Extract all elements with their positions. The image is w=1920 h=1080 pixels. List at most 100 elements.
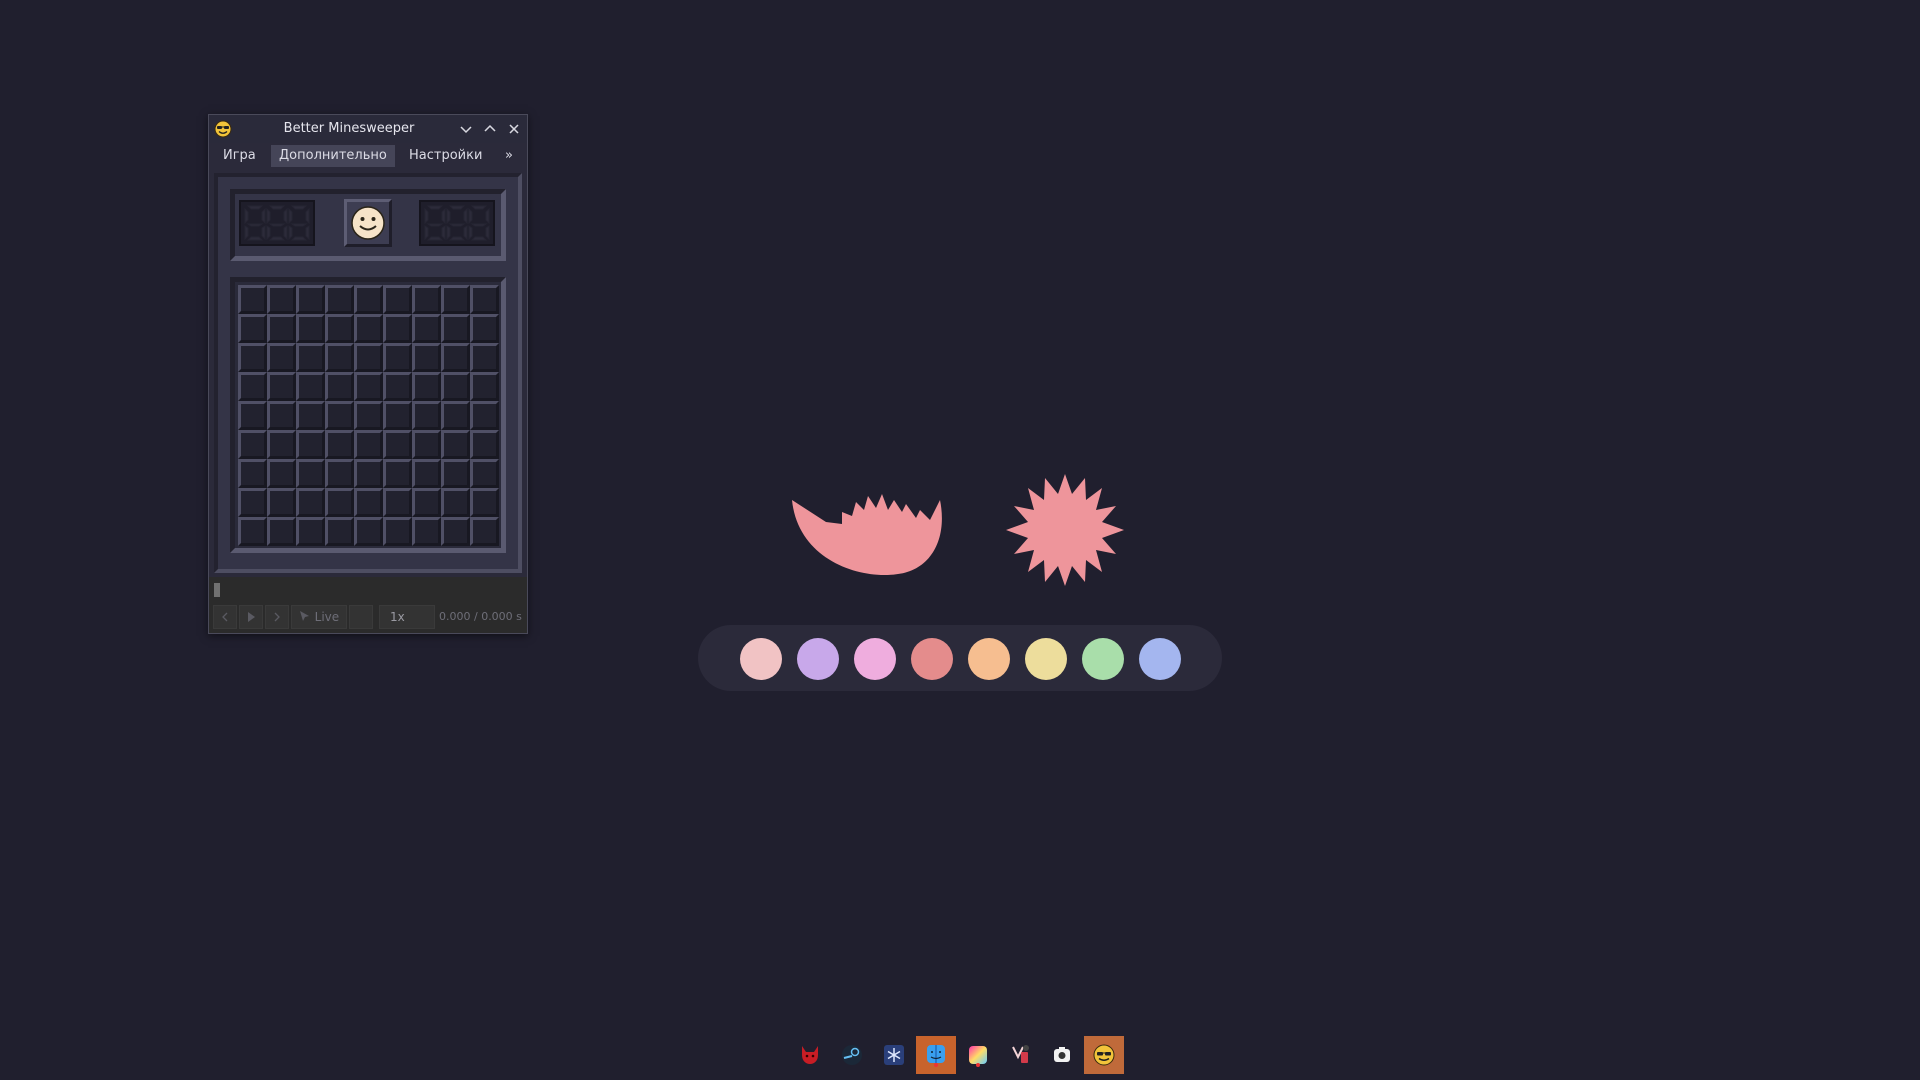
mine-cell[interactable] bbox=[325, 285, 354, 314]
mine-cell[interactable] bbox=[267, 343, 296, 372]
play-button[interactable] bbox=[239, 605, 263, 629]
mine-cell[interactable] bbox=[238, 314, 267, 343]
mine-cell[interactable] bbox=[354, 343, 383, 372]
mine-cell[interactable] bbox=[238, 343, 267, 372]
chevron-down-icon[interactable] bbox=[457, 120, 475, 138]
mine-cell[interactable] bbox=[441, 285, 470, 314]
mine-cell[interactable] bbox=[412, 343, 441, 372]
mine-cell[interactable] bbox=[354, 430, 383, 459]
mine-cell[interactable] bbox=[267, 401, 296, 430]
mine-cell[interactable] bbox=[325, 401, 354, 430]
mine-cell[interactable] bbox=[470, 430, 499, 459]
mine-cell[interactable] bbox=[470, 343, 499, 372]
mine-cell[interactable] bbox=[267, 372, 296, 401]
mine-cell[interactable] bbox=[296, 314, 325, 343]
mine-cell[interactable] bbox=[412, 314, 441, 343]
mine-cell[interactable] bbox=[383, 372, 412, 401]
mine-cell[interactable] bbox=[354, 314, 383, 343]
mine-cell[interactable] bbox=[238, 459, 267, 488]
mine-cell[interactable] bbox=[470, 314, 499, 343]
mine-cell[interactable] bbox=[296, 401, 325, 430]
mine-cell[interactable] bbox=[354, 372, 383, 401]
mine-cell[interactable] bbox=[296, 285, 325, 314]
chevron-up-icon[interactable] bbox=[481, 120, 499, 138]
mine-cell[interactable] bbox=[296, 517, 325, 546]
color-swatch[interactable] bbox=[1082, 638, 1124, 680]
mine-cell[interactable] bbox=[441, 343, 470, 372]
taskbar-app-devil[interactable] bbox=[790, 1036, 830, 1074]
mine-cell[interactable] bbox=[383, 459, 412, 488]
mine-cell[interactable] bbox=[441, 488, 470, 517]
mine-cell[interactable] bbox=[470, 285, 499, 314]
mine-cell[interactable] bbox=[441, 517, 470, 546]
mine-cell[interactable] bbox=[267, 430, 296, 459]
taskbar-app-minesweeper[interactable] bbox=[1084, 1036, 1124, 1074]
mine-cell[interactable] bbox=[325, 430, 354, 459]
mine-cell[interactable] bbox=[470, 517, 499, 546]
color-swatch[interactable] bbox=[1025, 638, 1067, 680]
mine-cell[interactable] bbox=[470, 459, 499, 488]
color-swatch[interactable] bbox=[797, 638, 839, 680]
mine-cell[interactable] bbox=[325, 488, 354, 517]
mine-cell[interactable] bbox=[412, 401, 441, 430]
color-swatch[interactable] bbox=[854, 638, 896, 680]
mine-cell[interactable] bbox=[412, 430, 441, 459]
mine-cell[interactable] bbox=[441, 401, 470, 430]
extra-button[interactable] bbox=[349, 605, 373, 629]
mine-cell[interactable] bbox=[354, 285, 383, 314]
mine-cell[interactable] bbox=[296, 343, 325, 372]
mine-cell[interactable] bbox=[238, 285, 267, 314]
mine-cell[interactable] bbox=[383, 430, 412, 459]
mine-cell[interactable] bbox=[441, 372, 470, 401]
timeline-handle[interactable] bbox=[214, 583, 220, 597]
mine-cell[interactable] bbox=[412, 488, 441, 517]
mine-cell[interactable] bbox=[354, 488, 383, 517]
mine-cell[interactable] bbox=[470, 401, 499, 430]
live-button[interactable]: Live bbox=[291, 605, 347, 629]
taskbar-app-camera[interactable] bbox=[1042, 1036, 1082, 1074]
mine-cell[interactable] bbox=[383, 488, 412, 517]
mine-cell[interactable] bbox=[383, 401, 412, 430]
mine-cell[interactable] bbox=[238, 372, 267, 401]
color-swatch[interactable] bbox=[1139, 638, 1181, 680]
mine-cell[interactable] bbox=[296, 488, 325, 517]
color-swatch[interactable] bbox=[740, 638, 782, 680]
mine-cell[interactable] bbox=[238, 488, 267, 517]
mine-cell[interactable] bbox=[412, 517, 441, 546]
mine-cell[interactable] bbox=[441, 314, 470, 343]
taskbar-app-finder[interactable] bbox=[916, 1036, 956, 1074]
mine-cell[interactable] bbox=[412, 459, 441, 488]
mine-cell[interactable] bbox=[325, 372, 354, 401]
mine-cell[interactable] bbox=[238, 401, 267, 430]
speed-select[interactable]: 1x bbox=[379, 605, 435, 629]
new-game-face-button[interactable] bbox=[344, 199, 392, 247]
mine-cell[interactable] bbox=[267, 488, 296, 517]
title-bar[interactable]: Better Minesweeper bbox=[209, 115, 527, 143]
menu-extra[interactable]: Дополнительно bbox=[271, 145, 395, 167]
mine-cell[interactable] bbox=[354, 459, 383, 488]
mine-cell[interactable] bbox=[267, 459, 296, 488]
menu-game[interactable]: Игра bbox=[215, 145, 264, 167]
mine-cell[interactable] bbox=[238, 430, 267, 459]
mine-cell[interactable] bbox=[267, 285, 296, 314]
mine-cell[interactable] bbox=[470, 488, 499, 517]
mine-cell[interactable] bbox=[325, 459, 354, 488]
menu-more[interactable]: » bbox=[497, 145, 521, 167]
mine-cell[interactable] bbox=[296, 372, 325, 401]
mine-cell[interactable] bbox=[296, 430, 325, 459]
step-back-button[interactable] bbox=[213, 605, 237, 629]
mine-cell[interactable] bbox=[441, 430, 470, 459]
mine-cell[interactable] bbox=[412, 285, 441, 314]
mine-cell[interactable] bbox=[325, 314, 354, 343]
color-swatch[interactable] bbox=[911, 638, 953, 680]
mine-cell[interactable] bbox=[354, 517, 383, 546]
mine-cell[interactable] bbox=[296, 459, 325, 488]
mine-cell[interactable] bbox=[267, 314, 296, 343]
mine-cell[interactable] bbox=[325, 343, 354, 372]
mine-cell[interactable] bbox=[354, 401, 383, 430]
mine-cell[interactable] bbox=[383, 517, 412, 546]
close-icon[interactable] bbox=[505, 120, 523, 138]
mine-cell[interactable] bbox=[383, 285, 412, 314]
mine-cell[interactable] bbox=[412, 372, 441, 401]
taskbar-app-steam[interactable] bbox=[832, 1036, 872, 1074]
